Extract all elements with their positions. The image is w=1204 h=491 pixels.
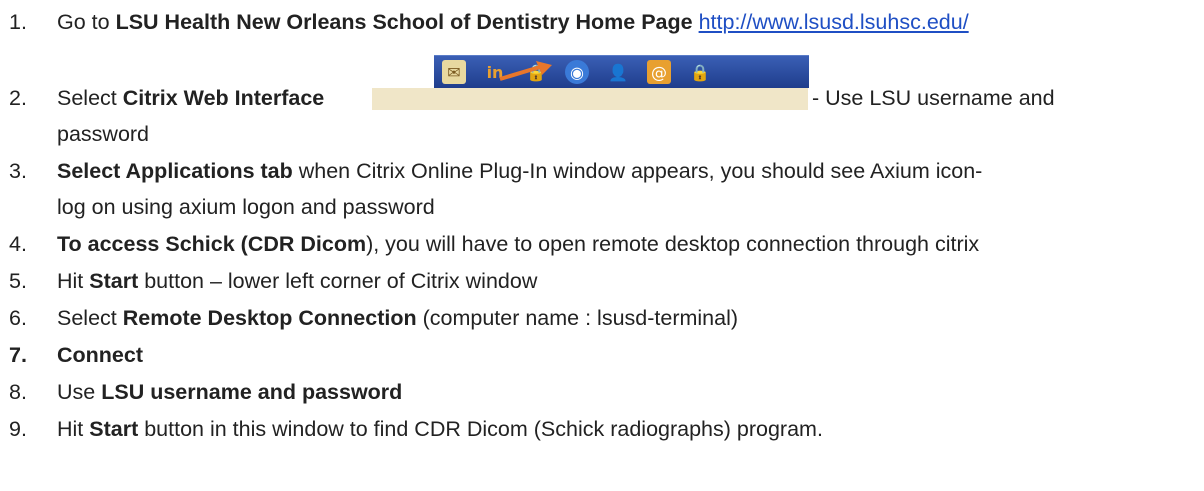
step-number: 2.: [9, 86, 27, 110]
step-pre: Hit: [57, 269, 90, 293]
mail-icon: ✉: [442, 60, 466, 84]
step-number: 9.: [9, 417, 27, 441]
step-number: 5.: [9, 269, 27, 293]
toolbar-strip: [372, 88, 808, 110]
step-bold: Start: [89, 417, 139, 441]
citrix-icon[interactable]: ◉: [565, 60, 589, 84]
step-bold: LSU Health New Orleans School of Dentist…: [115, 10, 693, 34]
step-text: Select Remote Desktop Connection (comput…: [57, 300, 738, 336]
step-text: Use LSU username and password: [57, 374, 402, 410]
step-pre: Select: [57, 86, 123, 110]
step-pre: Use: [57, 380, 102, 404]
step-text: Connect: [57, 337, 143, 373]
step-post: button in this window to find CDR Dicom …: [138, 417, 823, 441]
step-text: To access Schick (CDR Dicom), you will h…: [57, 226, 979, 262]
step-text: Hit Start button – lower left corner of …: [57, 263, 537, 299]
step-post: (computer name : lsusd-terminal): [416, 306, 739, 330]
user-icon: 👤: [608, 62, 628, 82]
step-bold: To access Schick (CDR Dicom: [57, 232, 367, 256]
padlock-icon: 🔒: [690, 62, 710, 82]
step-post: - Use LSU username and: [812, 86, 1055, 110]
step-bold: LSU username and password: [101, 380, 403, 404]
step-text: Select Applications tab when Citrix Onli…: [57, 153, 982, 189]
step-text-line2: password: [57, 122, 150, 146]
step-bold: Connect: [57, 343, 143, 367]
step-bold: Remote Desktop Connection: [122, 306, 417, 330]
step-bold: Select Applications tab: [57, 159, 293, 183]
arrow-icon: [499, 61, 552, 81]
browser-toolbar-image: ✉ in 🔒 ◉ 👤 @ 🔒: [434, 55, 809, 88]
step-pre: Hit: [57, 417, 90, 441]
step-text: Hit Start button in this window to find …: [57, 411, 823, 447]
step-pre: Select: [57, 306, 123, 330]
school-home-link[interactable]: http://www.lsusd.lsuhsc.edu/: [699, 10, 969, 34]
step-bold: Citrix Web Interface: [122, 86, 325, 110]
step-number: 8.: [9, 380, 27, 404]
step-post: button – lower left corner of Citrix win…: [138, 269, 538, 293]
step-bold: Start: [89, 269, 139, 293]
step-text-line2: log on using axium logon and password: [57, 195, 435, 219]
address-book-icon: @: [647, 60, 671, 84]
step-number: 3.: [9, 159, 27, 183]
step-text: Go to LSU Health New Orleans School of D…: [57, 4, 969, 40]
step-text: Select Citrix Web Interface: [57, 80, 324, 116]
step-pre: Go to: [57, 10, 116, 34]
step-post: when Citrix Online Plug-In window appear…: [292, 159, 983, 183]
step-number: 7.: [9, 343, 27, 367]
step-number: 6.: [9, 306, 27, 330]
step-number: 1.: [9, 10, 27, 34]
step-number: 4.: [9, 232, 27, 256]
step-post: ), you will have to open remote desktop …: [366, 232, 980, 256]
